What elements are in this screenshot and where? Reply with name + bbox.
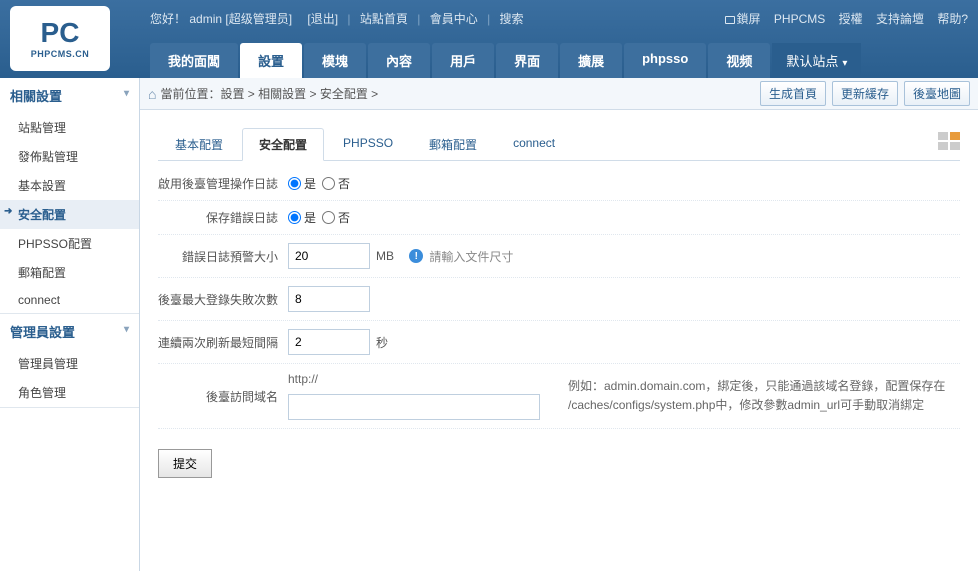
settings-form: 啟用後臺管理操作日誌 是 否 保存錯誤日誌 是 否 錯誤日誌預警大小 MB ! …: [158, 161, 960, 478]
content-tab-4[interactable]: connect: [496, 128, 572, 160]
top-links: 您好！ admin [超级管理员] [退出] | 站點首頁 | 會員中心 | 搜…: [150, 10, 524, 27]
refresh-input[interactable]: [288, 329, 370, 355]
app-header: PC PHPCMS.CN 您好！ admin [超级管理员] [退出] | 站點…: [0, 0, 978, 78]
sidebar: 相關設置▾站點管理發佈點管理基本設置安全配置PHPSSO配置郵箱配置connec…: [0, 78, 140, 571]
content: 基本配置安全配置PHPSSO郵箱配置connect 啟用後臺管理操作日誌 是 否…: [140, 110, 978, 571]
label-domain: 後臺訪問域名: [158, 388, 288, 405]
greeting: 您好！: [150, 12, 186, 26]
nav-tab-2[interactable]: 模塊: [304, 43, 366, 78]
row-err-size: 錯誤日誌預警大小 MB ! 請輸入文件尺寸: [158, 235, 960, 278]
forum-link[interactable]: 支持論壇: [876, 12, 924, 26]
domain-prefix: http://: [288, 372, 318, 386]
nav-tab-1[interactable]: 設置: [240, 43, 302, 78]
field-max-fail: [288, 286, 558, 312]
nav-tab-8[interactable]: 视频: [708, 43, 770, 78]
breadcrumb-actions: 生成首頁更新緩存後臺地圖: [760, 81, 970, 106]
logo-sub: PHPCMS.CN: [31, 49, 90, 59]
content-tabs: 基本配置安全配置PHPSSO郵箱配置connect: [158, 128, 960, 161]
field-refresh: 秒: [288, 329, 558, 355]
label-max-fail: 後臺最大登錄失敗次數: [158, 291, 288, 308]
content-tab-0[interactable]: 基本配置: [158, 128, 240, 160]
label-enable-log: 啟用後臺管理操作日誌: [158, 175, 288, 192]
nav-tab-3[interactable]: 內容: [368, 43, 430, 78]
sidebar-item-0-1[interactable]: 發佈點管理: [0, 142, 139, 171]
content-tab-3[interactable]: 郵箱配置: [412, 128, 494, 160]
domain-input[interactable]: [288, 394, 540, 420]
grid-view-icon[interactable]: [938, 132, 960, 150]
member-center-link[interactable]: 會員中心: [430, 12, 478, 26]
logo-main: PC: [41, 19, 80, 47]
crumb-action-1[interactable]: 更新緩存: [832, 81, 898, 106]
info-icon: !: [409, 249, 423, 263]
chevron-down-icon: ▾: [124, 324, 129, 335]
content-tab-2[interactable]: PHPSSO: [326, 128, 410, 160]
save-err-no-radio[interactable]: [322, 211, 335, 224]
label-refresh: 連續兩次刷新最短間隔: [158, 334, 288, 351]
help-link[interactable]: 帮助?: [937, 12, 968, 26]
crumb-action-2[interactable]: 後臺地圖: [904, 81, 970, 106]
nav-tab-5[interactable]: 界面: [496, 43, 558, 78]
lock-link[interactable]: 鎖屏: [725, 12, 761, 26]
field-save-err: 是 否: [288, 209, 558, 226]
phpcms-link[interactable]: PHPCMS: [774, 12, 825, 26]
nav-tab-4[interactable]: 用戶: [432, 43, 494, 78]
row-max-fail: 後臺最大登錄失敗次數: [158, 278, 960, 321]
site-selector[interactable]: 默认站点▾: [772, 43, 861, 78]
breadcrumb-bar: ⌂ 當前位置：設置 > 相關設置 > 安全配置 > 生成首頁更新緩存後臺地圖: [140, 78, 978, 110]
enable-log-no-radio[interactable]: [322, 177, 335, 190]
row-save-err: 保存錯誤日誌 是 否: [158, 201, 960, 235]
sidebar-item-0-6[interactable]: connect: [0, 287, 139, 313]
content-tab-1[interactable]: 安全配置: [242, 128, 324, 161]
row-refresh: 連續兩次刷新最短間隔 秒: [158, 321, 960, 364]
search-link[interactable]: 搜索: [500, 12, 524, 26]
nav-tab-7[interactable]: phpsso: [624, 43, 706, 78]
breadcrumb: 當前位置：設置 > 相關設置 > 安全配置 >: [160, 85, 378, 102]
sidebar-group-0[interactable]: 相關設置▾: [0, 78, 139, 113]
enable-log-yes[interactable]: 是: [288, 175, 316, 192]
nav-tab-6[interactable]: 擴展: [560, 43, 622, 78]
license-link[interactable]: 授權: [839, 12, 863, 26]
submit-button[interactable]: 提交: [158, 449, 212, 478]
enable-log-no[interactable]: 否: [322, 175, 350, 192]
sidebar-item-0-2[interactable]: 基本設置: [0, 171, 139, 200]
field-enable-log: 是 否: [288, 175, 558, 192]
label-save-err: 保存錯誤日誌: [158, 209, 288, 226]
domain-help: 例如：admin.domain.com，綁定後，只能通過該域名登錄，配置保存在 …: [558, 377, 960, 415]
username-link[interactable]: admin: [189, 12, 222, 26]
lock-icon: [725, 16, 735, 24]
chevron-down-icon: ▾: [124, 88, 129, 99]
row-enable-log: 啟用後臺管理操作日誌 是 否: [158, 167, 960, 201]
row-domain: 後臺訪問域名 http:// 例如：admin.domain.com，綁定後，只…: [158, 364, 960, 429]
chevron-down-icon: ▾: [842, 58, 847, 69]
sidebar-group-1[interactable]: 管理員設置▾: [0, 314, 139, 349]
sidebar-item-1-0[interactable]: 管理員管理: [0, 349, 139, 378]
nav-tab-0[interactable]: 我的面闆: [150, 43, 238, 78]
submit-wrap: 提交: [158, 449, 960, 478]
user-role: [超级管理员]: [225, 12, 292, 26]
field-domain: http://: [288, 372, 558, 420]
sidebar-item-0-0[interactable]: 站點管理: [0, 113, 139, 142]
logo[interactable]: PC PHPCMS.CN: [10, 6, 110, 71]
err-size-input[interactable]: [288, 243, 370, 269]
label-err-size: 錯誤日誌預警大小: [158, 248, 288, 265]
sidebar-item-0-4[interactable]: PHPSSO配置: [0, 229, 139, 258]
err-size-unit: MB: [376, 249, 394, 263]
home-icon: ⌂: [148, 86, 156, 102]
refresh-unit: 秒: [376, 334, 388, 351]
field-err-size: MB ! 請輸入文件尺寸: [288, 243, 558, 269]
crumb-action-0[interactable]: 生成首頁: [760, 81, 826, 106]
main-nav: 我的面闆設置模塊內容用戶界面擴展phpsso视频默认站点▾: [150, 43, 861, 78]
enable-log-yes-radio[interactable]: [288, 177, 301, 190]
sidebar-item-0-5[interactable]: 郵箱配置: [0, 258, 139, 287]
save-err-no[interactable]: 否: [322, 209, 350, 226]
sidebar-item-1-1[interactable]: 角色管理: [0, 378, 139, 407]
save-err-yes[interactable]: 是: [288, 209, 316, 226]
top-right: 鎖屏 PHPCMS 授權 支持論壇 帮助?: [715, 10, 968, 27]
save-err-yes-radio[interactable]: [288, 211, 301, 224]
err-size-hint: 請輸入文件尺寸: [429, 248, 513, 265]
max-fail-input[interactable]: [288, 286, 370, 312]
sidebar-item-0-3[interactable]: 安全配置: [0, 200, 139, 229]
site-home-link[interactable]: 站點首頁: [360, 12, 408, 26]
logout-link[interactable]: [退出]: [307, 12, 338, 26]
